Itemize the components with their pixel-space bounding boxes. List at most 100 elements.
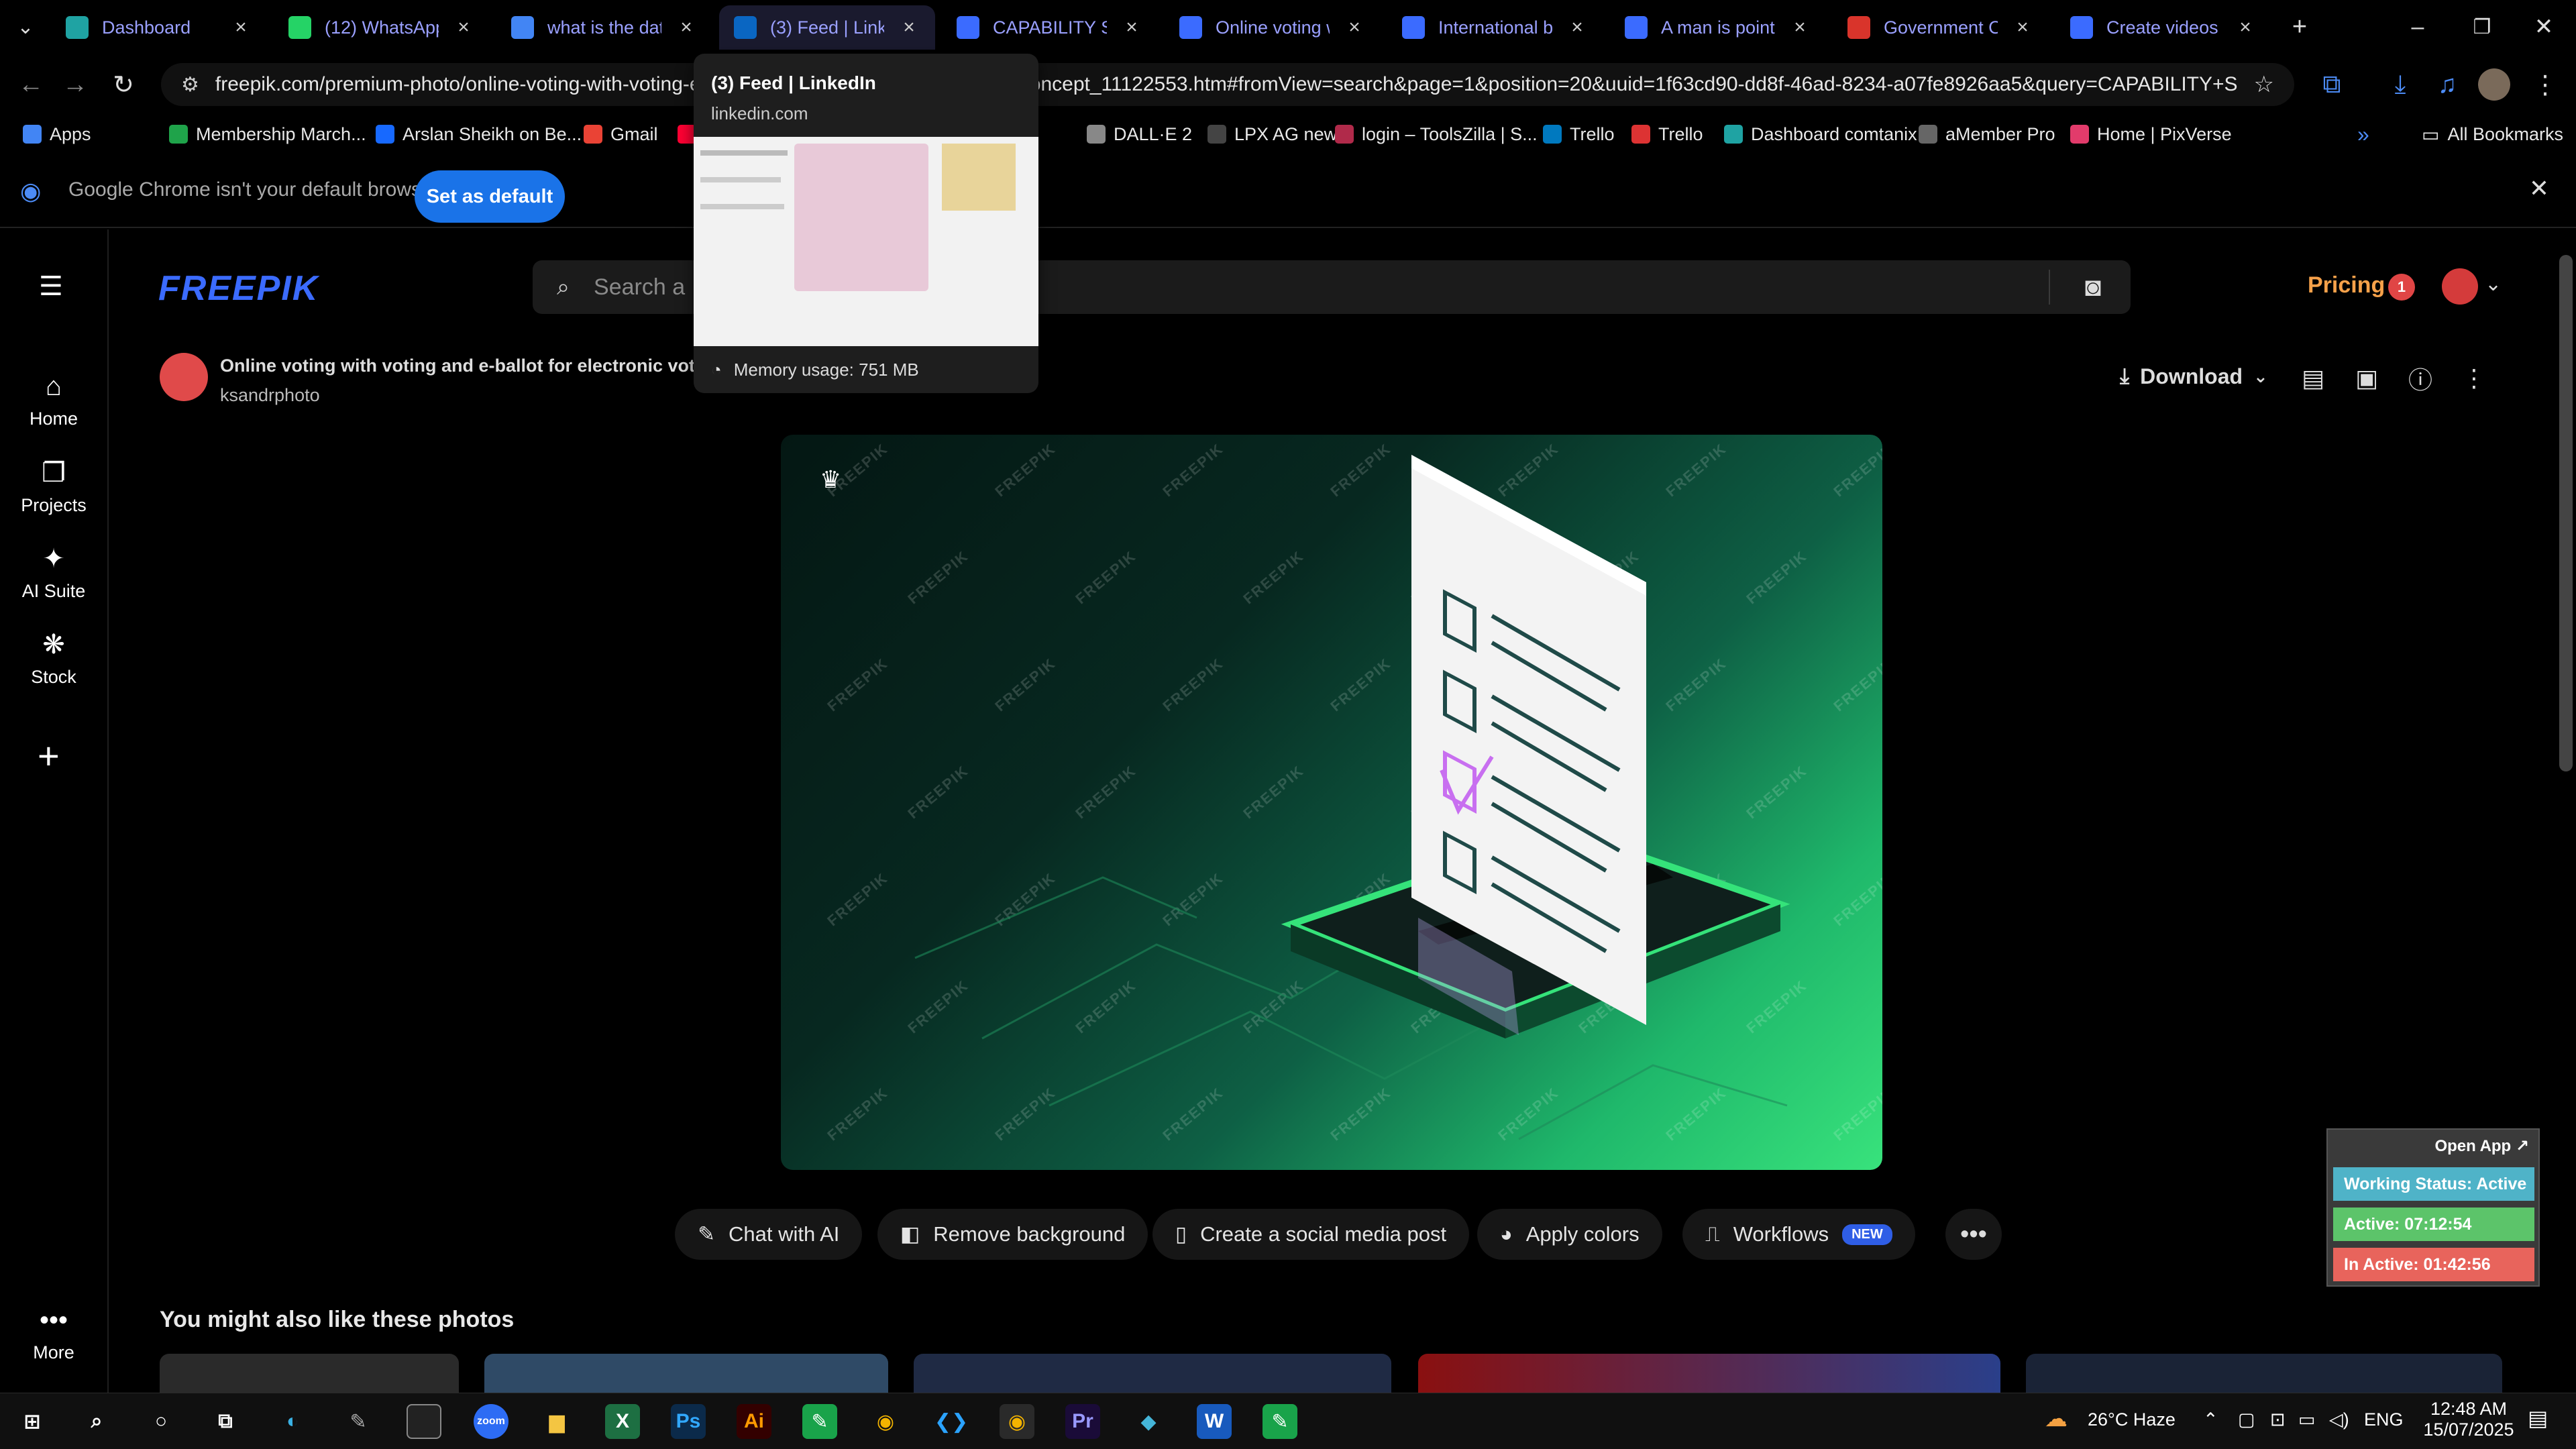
premiere-icon[interactable]: Pr [1065,1404,1100,1439]
sidebar-item-projects[interactable]: ❐ Projects [0,458,107,516]
weather-text[interactable]: 26°C Haze [2088,1409,2176,1430]
close-tab-icon[interactable]: × [2234,16,2257,39]
app-blue-icon[interactable]: ◆ [1131,1404,1166,1439]
restore-button[interactable]: ❐ [2466,11,2498,43]
bookmark-item[interactable]: aMember Pro [1919,122,2055,146]
terminal-icon[interactable] [407,1404,441,1439]
new-tab-button[interactable]: + [2284,11,2316,43]
illustrator-icon[interactable]: Ai [737,1404,771,1439]
task-view-icon[interactable]: ⧉ [208,1404,243,1439]
photoshop-icon[interactable]: Ps [671,1404,706,1439]
word-icon[interactable]: W [1197,1404,1232,1439]
back-button[interactable]: ← [15,68,47,101]
open-app-link[interactable]: Open App ↗ [2434,1136,2529,1156]
author-name[interactable]: ksandrphoto [220,385,320,406]
bookmark-item[interactable]: Gmail [584,122,658,146]
save-to-folder-icon[interactable]: ▤ [2297,362,2329,394]
bookmark-item[interactable]: Apps [23,122,91,146]
search-icon[interactable]: ⌕ [79,1404,114,1439]
network-icon[interactable]: ⊡ [2270,1409,2286,1430]
close-tab-icon[interactable]: × [452,16,475,39]
more-tools-button[interactable]: ••• [1945,1209,2002,1260]
hamburger-menu-icon[interactable]: ☰ [39,271,63,302]
download-button[interactable]: ⤓ Download ⌄ [2120,364,2268,389]
author-avatar[interactable] [160,353,208,401]
all-bookmarks[interactable]: ▭ All Bookmarks [2422,122,2563,146]
browser-tab[interactable]: (3) Feed | Linked × [719,5,935,50]
more-options-icon[interactable]: ⋮ [2458,362,2490,394]
media-controls-icon[interactable]: ♫ [2431,68,2463,101]
close-tab-icon[interactable]: × [1120,16,1143,39]
ai-tool-button[interactable]: ▯ Create a social media post [1152,1209,1470,1260]
weather-icon[interactable]: ☁ [2045,1405,2068,1432]
app-green-icon[interactable]: ✎ [802,1404,837,1439]
sidebar-item-ai-suite[interactable]: ✦ AI Suite [0,543,107,602]
set-default-button[interactable]: Set as default [415,170,565,223]
minimize-button[interactable]: – [2402,11,2434,43]
close-tab-icon[interactable]: × [898,16,920,39]
similar-thumb[interactable] [160,1354,459,1393]
pen-icon[interactable]: ✎ [341,1404,376,1439]
chrome-active-icon[interactable]: ◉ [1000,1404,1034,1439]
sidebar-item-more[interactable]: ••• More [0,1305,107,1363]
browser-tab[interactable]: CAPABILITY STATE × [942,5,1158,50]
ai-tool-button[interactable]: ◧ Remove background [877,1209,1148,1260]
infobar-close-icon[interactable]: ✕ [2529,174,2549,203]
file-explorer-icon[interactable]: ▆ [539,1404,574,1439]
browser-tab[interactable]: Create videos | Fr × [2055,5,2271,50]
bookmark-item[interactable]: LPX AG new [1208,122,1337,146]
tray-chevron-icon[interactable]: ⌃ [2203,1409,2218,1430]
close-tab-icon[interactable]: × [229,16,252,39]
browser-tab[interactable]: International bus × [1387,5,1603,50]
close-window-button[interactable]: ✕ [2528,11,2560,43]
add-icon[interactable]: + [38,734,60,777]
vscode-icon[interactable]: ❮❯ [934,1404,969,1439]
bookmark-item[interactable]: Trello [1543,122,1615,146]
reload-button[interactable]: ↻ [107,68,140,101]
edge-icon[interactable]: ◐ [275,1404,310,1439]
zoom-icon[interactable]: zoom [474,1404,508,1439]
browser-tab[interactable]: Government Cont × [1833,5,2049,50]
browser-tab[interactable]: A man is pointing × [1610,5,1826,50]
close-tab-icon[interactable]: × [675,16,698,39]
bookmarks-overflow-icon[interactable]: » [2357,122,2369,146]
similar-thumb[interactable] [914,1354,1391,1393]
url-text[interactable]: freepik.com/premium-photo/online-voting-… [215,73,2238,96]
pricing-link[interactable]: Pricing [2308,272,2385,299]
bookmark-item[interactable]: Home | PixVerse [2070,122,2232,146]
profile-avatar[interactable] [2478,68,2510,101]
preview-image[interactable]: FREEPIK FREEPIK FREEPIK FREEPIK FREEPIK FREEP… [781,435,1882,1170]
downloads-icon[interactable]: ⤓ [2384,68,2416,101]
ai-tool-button[interactable]: ◕ Apply colors [1477,1209,1662,1260]
language-indicator[interactable]: ENG [2364,1409,2404,1430]
chrome-taskbar-icon[interactable]: ◉ [868,1404,903,1439]
excel-icon[interactable]: X [605,1404,640,1439]
browser-tab[interactable]: (12) WhatsApp × [274,5,490,50]
bookmark-item[interactable]: Arslan Sheikh on Be... [376,122,582,146]
extensions-icon[interactable]: ⧉ [2316,68,2348,101]
sidebar-item-home[interactable]: ⌂ Home [0,372,107,429]
close-tab-icon[interactable]: × [1566,16,1589,39]
display-icon[interactable]: ▭ [2298,1409,2316,1430]
ai-tool-button[interactable]: ✎ Chat with AI [675,1209,863,1260]
similar-thumb[interactable] [2026,1354,2502,1393]
volume-icon[interactable]: ◁) [2329,1409,2349,1430]
bookmark-item[interactable]: Trello [1631,122,1703,146]
close-tab-icon[interactable]: × [2011,16,2034,39]
address-bar[interactable]: ⚙ freepik.com/premium-photo/online-votin… [161,63,2294,106]
chrome-menu-icon[interactable]: ⋮ [2529,68,2561,101]
freepik-logo[interactable]: FREEPIK [158,268,319,309]
browser-tab[interactable]: Dashboard × [51,5,267,50]
close-tab-icon[interactable]: × [1788,16,1811,39]
app-green-2-icon[interactable]: ✎ [1263,1404,1297,1439]
browser-tab[interactable]: what is the date o × [496,5,712,50]
site-info-icon[interactable]: ⚙ [181,73,199,97]
cortana-icon[interactable]: ○ [144,1404,178,1439]
notification-badge[interactable]: 1 [2388,274,2415,301]
similar-thumb[interactable] [1418,1354,2000,1393]
collection-icon[interactable]: ▣ [2351,362,2383,394]
browser-tab[interactable]: Online voting wit × [1165,5,1381,50]
windows-start-icon[interactable]: ⊞ [15,1404,50,1439]
close-tab-icon[interactable]: × [1343,16,1366,39]
bookmark-item[interactable]: DALL·E 2 [1087,122,1192,146]
